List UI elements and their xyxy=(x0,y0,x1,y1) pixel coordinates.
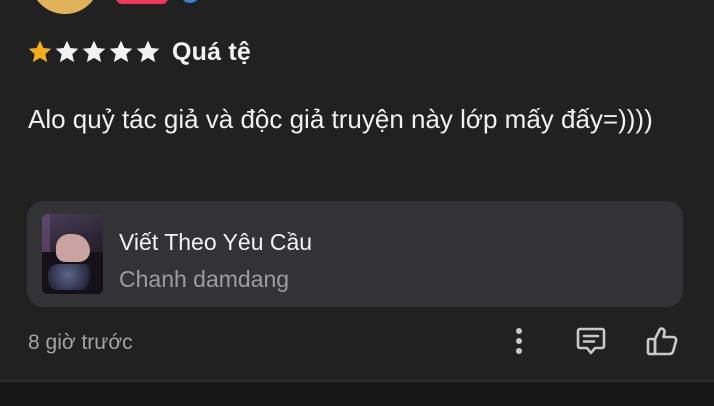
thumbs-up-icon xyxy=(646,327,678,356)
reviewer-avatar[interactable] xyxy=(30,0,100,14)
like-button[interactable] xyxy=(644,322,680,360)
comment-reply-icon xyxy=(576,327,606,355)
star-empty-icon xyxy=(55,40,79,63)
reply-button[interactable] xyxy=(573,322,609,360)
story-card[interactable]: Viết Theo Yêu Cầu Chanh damdang xyxy=(27,201,683,307)
more-options-button[interactable] xyxy=(501,322,537,360)
review-screen: Quá tệ Alo quỷ tác giả và độc giả truyện… xyxy=(0,0,714,406)
story-cover-image xyxy=(42,214,103,294)
rating-label: Quá tệ xyxy=(172,37,251,66)
star-empty-icon xyxy=(136,40,160,63)
rating-stars xyxy=(27,39,161,65)
star-empty-icon xyxy=(82,40,106,63)
rating-row: Quá tệ xyxy=(27,36,251,68)
comment-timestamp: 8 giờ trước xyxy=(28,331,133,354)
star-empty-icon xyxy=(109,40,133,63)
comment-text: Alo quỷ tác giả và độc giả truyện này lớ… xyxy=(28,104,653,134)
reviewer-level-badge xyxy=(116,0,168,4)
verified-badge-icon xyxy=(180,0,200,3)
section-separator xyxy=(0,380,714,406)
story-title: Viết Theo Yêu Cầu xyxy=(119,229,313,255)
star-filled-icon xyxy=(28,40,52,63)
more-vertical-icon xyxy=(516,328,522,354)
story-author: Chanh damdang xyxy=(119,266,290,292)
